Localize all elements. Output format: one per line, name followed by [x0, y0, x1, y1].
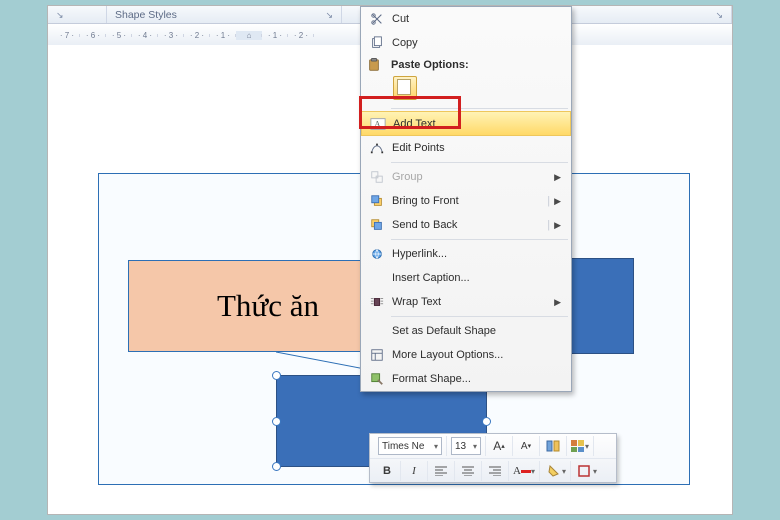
ctx-item-wrap-text[interactable]: Wrap Text ▶	[361, 290, 571, 314]
italic-button[interactable]: I	[405, 462, 423, 480]
ctx-label: More Layout Options...	[392, 349, 561, 361]
ribbon-group-label: Shape Styles	[115, 9, 177, 21]
peach-text: Thức ăn	[217, 288, 319, 324]
resize-handle[interactable]	[272, 417, 281, 426]
send-to-back-icon	[365, 215, 389, 235]
submenu-arrow-icon: ▶	[554, 196, 561, 207]
resize-handle[interactable]	[272, 462, 281, 471]
ctx-label: Insert Caption...	[392, 272, 561, 284]
ribbon-expand-icon[interactable]: ↘	[56, 10, 64, 21]
scissors-icon	[365, 9, 389, 29]
ctx-label: Set as Default Shape	[392, 325, 561, 337]
edit-points-icon	[365, 138, 389, 158]
group-icon	[365, 167, 389, 187]
blank-icon	[365, 321, 389, 341]
shrink-font-button[interactable]: A▾	[517, 437, 535, 455]
ctx-label: Send to Back	[392, 219, 547, 231]
ctx-label: Wrap Text	[392, 296, 554, 308]
ctx-item-edit-points[interactable]: Edit Points	[361, 136, 571, 160]
submenu-arrow-icon: ▶	[554, 220, 561, 231]
submenu-arrow-icon: ▶	[554, 172, 561, 183]
font-size-combo[interactable]: 13▾	[447, 436, 486, 456]
shape-outline-button[interactable]	[575, 462, 593, 480]
ctx-label: Group	[392, 171, 554, 183]
ctx-item-format-shape[interactable]: Format Shape...	[361, 367, 571, 391]
ctx-label: Bring to Front	[392, 195, 547, 207]
ctx-label: Edit Points	[392, 142, 561, 154]
copy-icon	[365, 33, 389, 53]
ctx-separator	[391, 239, 568, 240]
styles-gallery-button[interactable]	[544, 437, 562, 455]
app-window: ↘ Shape Styles ↘ ↘ · 7 ·· 6 ·· 5 ·· 4 ··…	[47, 5, 733, 515]
context-menu: Cut Copy Paste Options: A Add Text	[360, 6, 572, 392]
ctx-separator	[391, 162, 568, 163]
resize-handle[interactable]	[272, 371, 281, 380]
ribbon-expand-icon[interactable]: ↘	[325, 10, 333, 21]
ctx-label: Paste Options:	[391, 59, 469, 71]
ctx-item-bring-to-front[interactable]: Bring to Front |▶	[361, 189, 571, 213]
wrap-text-icon	[365, 292, 389, 312]
ctx-item-copy[interactable]: Copy	[361, 31, 571, 55]
ctx-label: Hyperlink...	[392, 248, 561, 260]
ctx-paste-options-header: Paste Options:	[361, 55, 571, 74]
align-left-button[interactable]	[432, 462, 450, 480]
font-color-button[interactable]: A	[513, 462, 531, 480]
caption-icon	[365, 268, 389, 288]
grow-font-button[interactable]: A▴	[490, 437, 508, 455]
ctx-item-insert-caption[interactable]: Insert Caption...	[361, 266, 571, 290]
align-right-button[interactable]	[486, 462, 504, 480]
ctx-item-more-layout-options[interactable]: More Layout Options...	[361, 343, 571, 367]
ctx-separator	[391, 316, 568, 317]
ctx-label: Copy	[392, 37, 561, 49]
ribbon-expand-icon[interactable]: ↘	[715, 10, 723, 21]
font-size-value: 13	[455, 441, 466, 452]
resize-handle[interactable]	[482, 417, 491, 426]
mini-toolbar: Times Ne▾ 13▾ A▴ A▾ ▾ B I A▾ ▾ ▾	[369, 433, 617, 483]
bold-button[interactable]: B	[378, 462, 396, 480]
ctx-label: Cut	[392, 13, 561, 25]
ctx-item-set-default-shape[interactable]: Set as Default Shape	[361, 319, 571, 343]
layout-options-icon	[365, 345, 389, 365]
clipboard-icon	[367, 58, 391, 72]
align-center-button[interactable]	[459, 462, 477, 480]
tutorial-highlight-box	[359, 96, 461, 129]
submenu-arrow-icon: ▶	[554, 297, 561, 308]
ctx-item-hyperlink[interactable]: Hyperlink...	[361, 242, 571, 266]
hyperlink-icon	[365, 244, 389, 264]
ctx-item-group: Group ▶	[361, 165, 571, 189]
ctx-item-send-to-back[interactable]: Send to Back |▶	[361, 213, 571, 237]
ribbon-group-shape-styles: Shape Styles ↘	[107, 6, 342, 23]
quick-styles-dropdown-button[interactable]: ▾	[571, 437, 589, 455]
ctx-item-cut[interactable]: Cut	[361, 7, 571, 31]
bring-to-front-icon	[365, 191, 389, 211]
ctx-label: Format Shape...	[392, 373, 561, 385]
font-name-combo[interactable]: Times Ne▾	[374, 436, 447, 456]
font-name-value: Times Ne	[382, 441, 424, 452]
shape-fill-button[interactable]	[544, 462, 562, 480]
format-shape-icon	[365, 369, 389, 389]
